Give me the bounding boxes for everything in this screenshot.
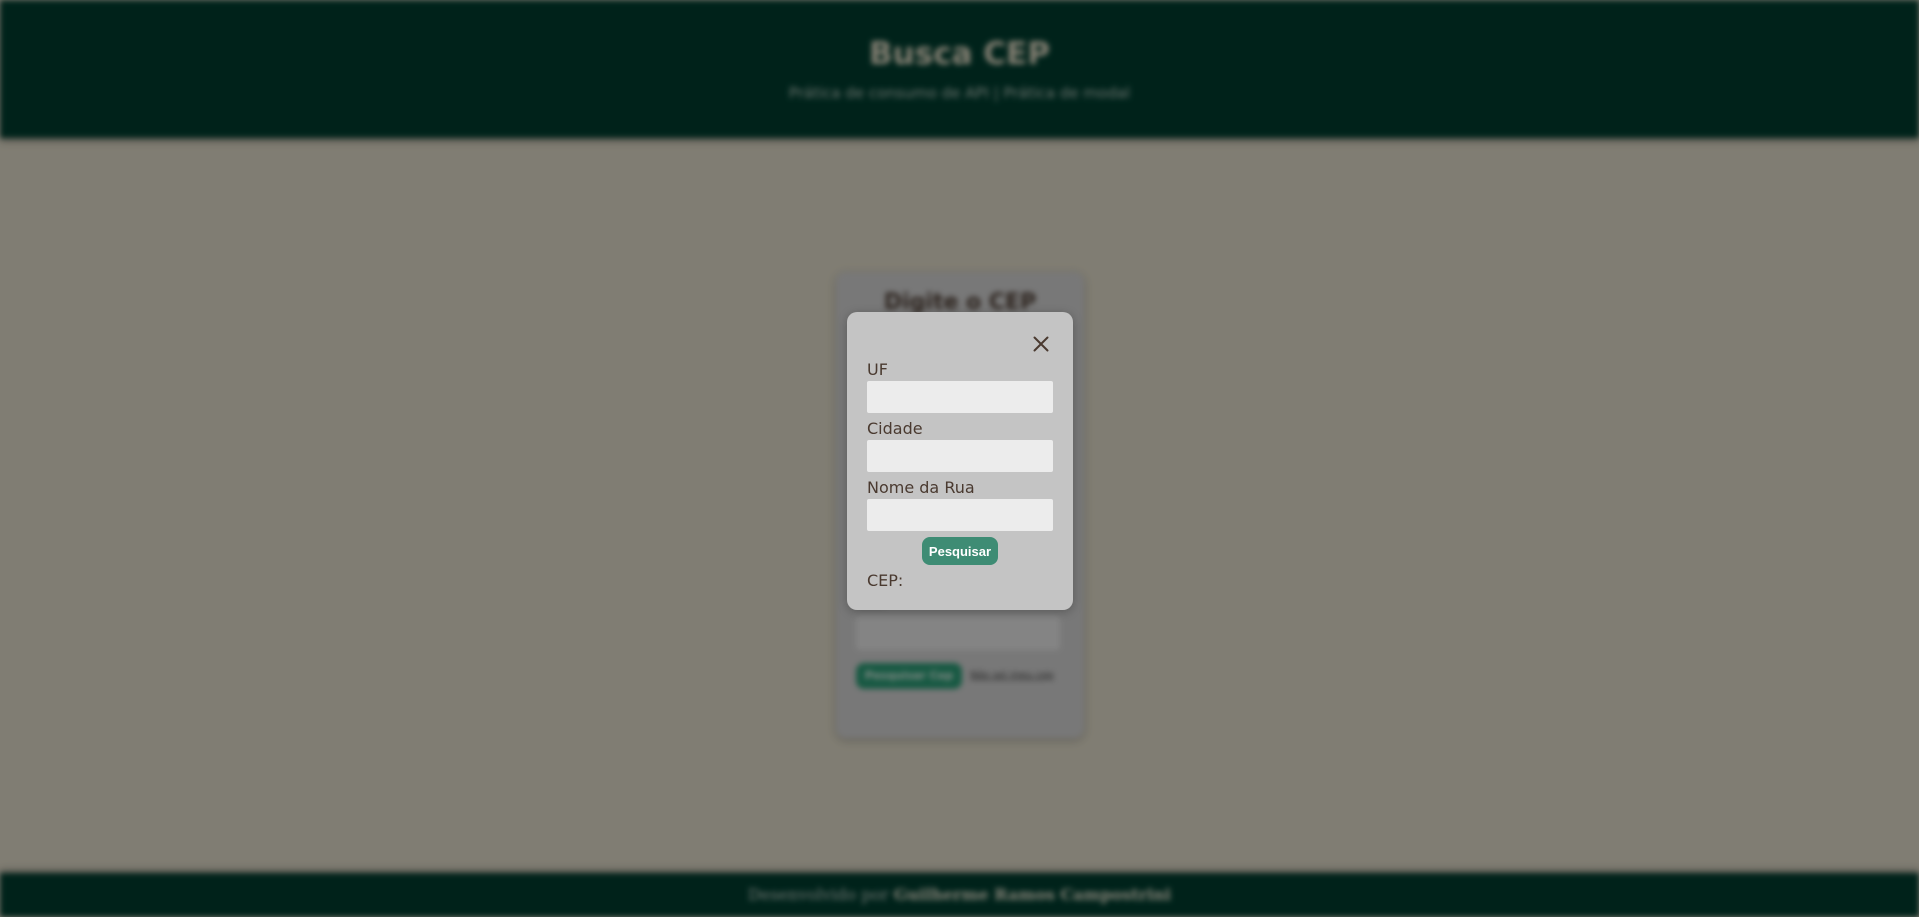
address-search-modal: UF Cidade Nome da Rua Pesquisar CEP: — [847, 312, 1073, 610]
city-label: Cidade — [867, 419, 923, 438]
street-label: Nome da Rua — [867, 478, 975, 497]
close-icon — [1033, 336, 1049, 352]
street-input[interactable] — [867, 499, 1053, 531]
page: Busca CEP Prática de consumo de API | Pr… — [0, 0, 1919, 917]
uf-label: UF — [867, 360, 888, 379]
close-button[interactable] — [1029, 332, 1053, 356]
search-button[interactable]: Pesquisar — [922, 537, 998, 565]
cep-result-label: CEP: — [867, 571, 904, 590]
city-input[interactable] — [867, 440, 1053, 472]
uf-input[interactable] — [867, 381, 1053, 413]
